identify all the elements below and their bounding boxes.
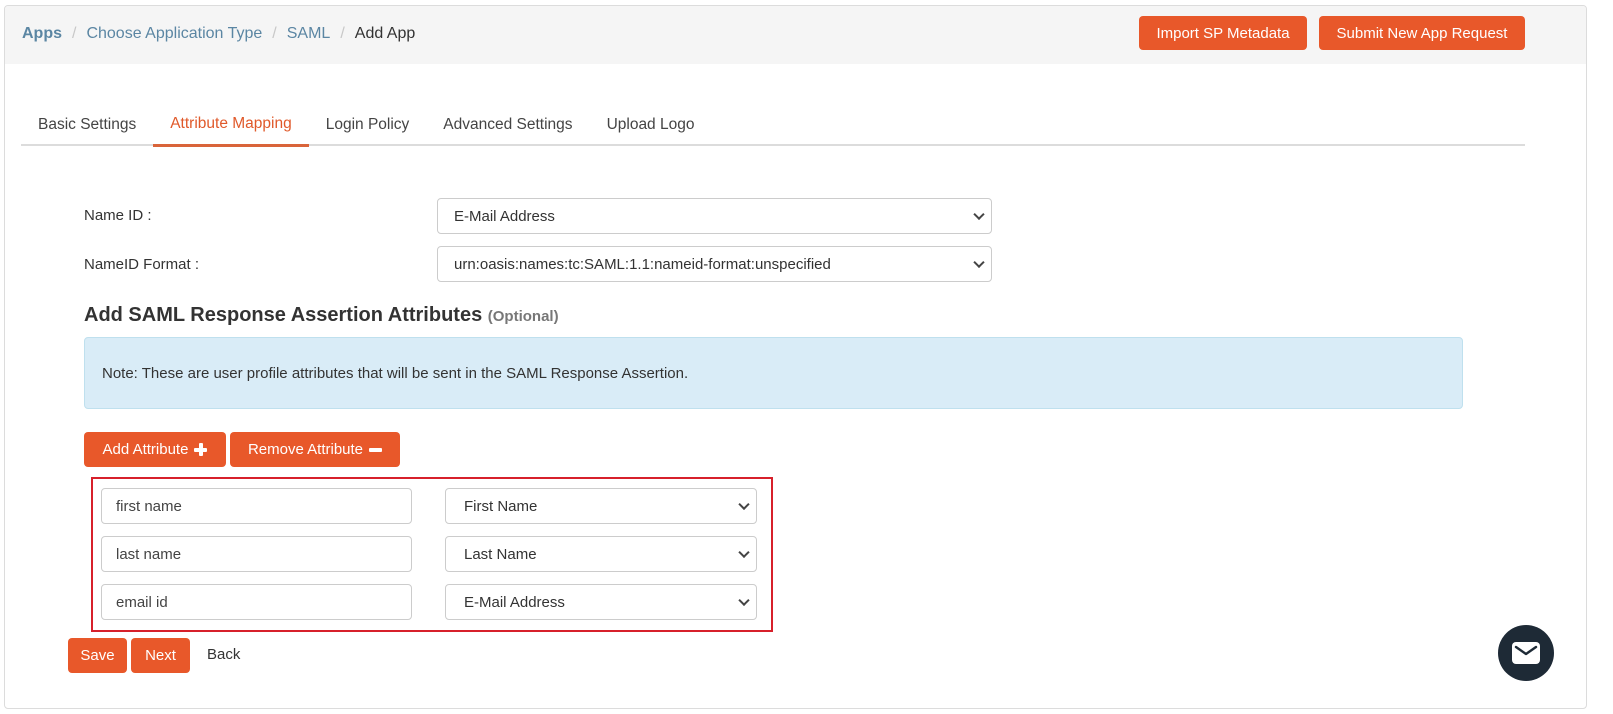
breadcrumb-choose-application-type[interactable]: Choose Application Type [86, 25, 262, 43]
settings-tabs: Basic Settings Attribute Mapping Login P… [21, 102, 1525, 147]
attribute-name-input[interactable] [101, 536, 412, 572]
mail-icon [1512, 642, 1540, 664]
breadcrumb-separator: / [272, 25, 277, 42]
chevron-down-icon [973, 208, 985, 221]
remove-attribute-button[interactable]: Remove Attribute [230, 432, 400, 467]
attribute-mapping-value: E-Mail Address [464, 593, 565, 611]
attribute-mapping-value: Last Name [464, 545, 537, 563]
tab-attribute-mapping[interactable]: Attribute Mapping [153, 103, 309, 147]
tab-basic-settings[interactable]: Basic Settings [21, 103, 153, 147]
breadcrumb-add-app: Add App [354, 25, 416, 42]
plus-icon [194, 443, 208, 456]
name-id-select[interactable]: E-Mail Address [437, 198, 992, 234]
remove-attribute-label: Remove Attribute [247, 441, 364, 458]
tab-login-policy[interactable]: Login Policy [309, 103, 427, 147]
minus-icon [369, 447, 383, 452]
optional-label: (Optional) [487, 308, 559, 325]
add-attribute-label: Add Attribute [102, 441, 189, 458]
add-attribute-button[interactable]: Add Attribute [84, 432, 226, 467]
name-id-value: E-Mail Address [454, 207, 555, 225]
attribute-mapping-select[interactable]: E-Mail Address [445, 584, 757, 620]
section-title: Add SAML Response Assertion Attributes (… [84, 304, 559, 327]
attribute-mapping-value: First Name [464, 497, 538, 515]
breadcrumb-separator: / [72, 25, 77, 42]
name-id-label: Name ID : [84, 207, 152, 224]
section-title-text: Add SAML Response Assertion Attributes [84, 304, 483, 326]
back-link[interactable]: Back [207, 646, 240, 663]
chevron-down-icon [738, 594, 750, 607]
chevron-down-icon [973, 256, 985, 269]
attribute-name-input[interactable] [101, 488, 412, 524]
chat-button[interactable] [1498, 625, 1554, 681]
info-note: Note: These are user profile attributes … [84, 337, 1463, 409]
breadcrumb: Apps / Choose Application Type / SAML / … [22, 25, 415, 43]
chevron-down-icon [738, 498, 750, 511]
submit-new-app-request-button[interactable]: Submit New App Request [1319, 16, 1525, 50]
import-sp-metadata-button[interactable]: Import SP Metadata [1139, 16, 1307, 50]
info-note-text: Note: These are user profile attributes … [102, 364, 689, 382]
chevron-down-icon [738, 546, 750, 559]
tab-advanced-settings[interactable]: Advanced Settings [426, 103, 589, 147]
attribute-name-input[interactable] [101, 584, 412, 620]
next-button[interactable]: Next [131, 638, 190, 673]
attribute-mapping-select[interactable]: Last Name [445, 536, 757, 572]
breadcrumb-separator: / [340, 25, 345, 42]
nameid-format-label: NameID Format : [84, 256, 200, 273]
nameid-format-value: urn:oasis:names:tc:SAML:1.1:nameid-forma… [454, 255, 831, 273]
app-config-card: Apps / Choose Application Type / SAML / … [4, 5, 1587, 709]
attribute-mapping-select[interactable]: First Name [445, 488, 757, 524]
breadcrumb-apps[interactable]: Apps [22, 25, 62, 43]
card-header: Apps / Choose Application Type / SAML / … [5, 6, 1586, 64]
save-button[interactable]: Save [68, 638, 127, 673]
tab-upload-logo[interactable]: Upload Logo [590, 103, 712, 147]
breadcrumb-saml[interactable]: SAML [287, 25, 331, 43]
nameid-format-select[interactable]: urn:oasis:names:tc:SAML:1.1:nameid-forma… [437, 246, 992, 282]
